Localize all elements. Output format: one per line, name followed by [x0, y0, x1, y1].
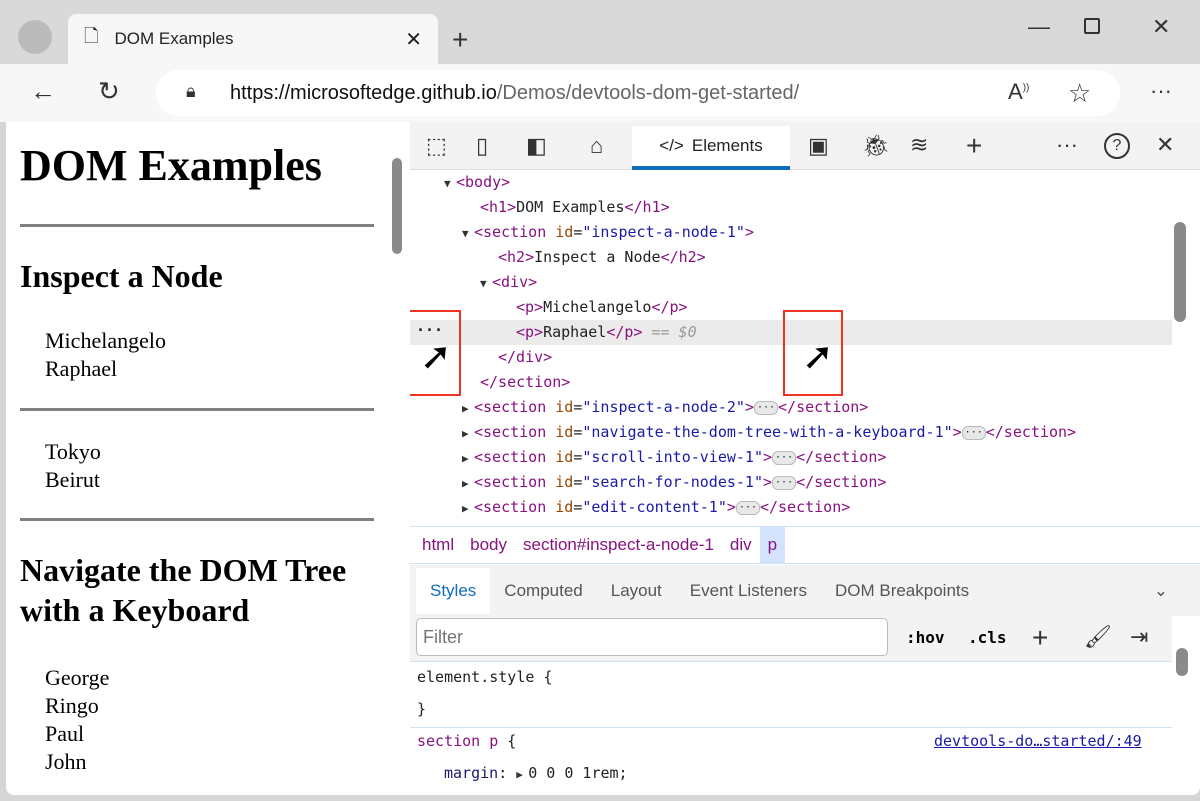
paint-brush-icon[interactable]: 🖌︎ — [1084, 626, 1112, 648]
url-path: /Demos/devtools-dom-get-started/ — [496, 81, 800, 104]
section-heading: Navigate the DOM Tree with a Keyboard — [20, 552, 347, 628]
dom-node-div[interactable]: ▼ <div> — [480, 270, 537, 295]
chevron-down-icon[interactable]: ⌄ — [1140, 568, 1182, 614]
list-item: John — [45, 749, 87, 774]
cls-button[interactable]: .cls — [968, 628, 1007, 647]
page-icon: 🗋 — [84, 26, 99, 46]
customize-more-icon[interactable]: ··· — [1056, 134, 1078, 156]
list-item: Tokyo — [45, 439, 101, 464]
styles-scrollbar[interactable] — [1176, 648, 1188, 676]
breadcrumb-p[interactable]: p — [759, 527, 786, 563]
dom-node-body[interactable]: ▼ <body> — [444, 170, 510, 195]
dom-node-section[interactable]: ▶ <section id="search-for-nodes-1"> ··· </s… — [462, 470, 886, 495]
browser-tab[interactable]: 🗋 DOM Examples ✕ — [68, 14, 438, 64]
rule-source-link[interactable]: devtools-do…started/:49 — [934, 729, 1142, 754]
rule-property[interactable]: margin: ▶ 0 0 0 1rem; — [444, 761, 628, 786]
new-style-rule-icon[interactable]: + — [1032, 624, 1048, 652]
dom-node-div-close[interactable]: </div> — [498, 345, 552, 370]
minimize-icon[interactable]: — — [1028, 16, 1050, 38]
close-devtools-icon[interactable]: ✕ — [1156, 134, 1174, 156]
back-icon[interactable]: ← — [30, 78, 56, 104]
sources-bug-icon[interactable]: 🐞︎ — [862, 135, 890, 157]
welcome-home-icon[interactable]: ⌂ — [590, 135, 603, 157]
list-item: Raphael — [45, 356, 118, 381]
tab-layout[interactable]: Layout — [597, 568, 676, 614]
dom-node-h1[interactable]: <h1>DOM Examples</h1> — [480, 195, 670, 220]
dom-node-section[interactable]: ▼ <section id="inspect-a-node-1"> — [462, 220, 754, 245]
dom-node-section-close[interactable]: </section> — [480, 370, 570, 395]
more-tools-plus-icon[interactable]: + — [966, 132, 982, 160]
address-bar[interactable]: 🔒︎ https://microsoftedge.github.io/Demos… — [156, 70, 1120, 116]
section-heading: Inspect a Node — [20, 258, 223, 294]
dom-node-section[interactable]: ▶ <section id="navigate-the-dom-tree-with… — [462, 420, 1076, 445]
maximize-icon[interactable] — [1084, 18, 1100, 34]
network-wifi-icon[interactable]: ≋ — [910, 134, 928, 156]
styles-toolbar: :hov .cls + 🖌︎ ⇥ — [410, 616, 1172, 662]
page-title: DOM Examples — [20, 141, 322, 190]
page-scrollbar[interactable] — [384, 122, 410, 795]
dom-node-section[interactable]: ▶ <section id="scroll-into-view-1"> ··· </s… — [462, 445, 886, 470]
device-emulation-icon[interactable]: ▯ — [476, 135, 488, 157]
divider — [20, 518, 374, 521]
styles-tabs: Styles Computed Layout Event Listeners D… — [410, 565, 1200, 616]
list-item: Paul — [45, 721, 85, 746]
more-icon[interactable]: ··· — [1150, 80, 1172, 102]
favorite-star-icon[interactable]: ☆ — [1068, 80, 1091, 106]
dom-node-h2[interactable]: <h2>Inspect a Node</h2> — [498, 245, 706, 270]
mouse-cursor-icon: ➚ — [802, 336, 834, 378]
new-tab-icon[interactable]: + — [452, 26, 468, 54]
dom-node-p-selected[interactable]: <p>Raphael</p> == $0 — [516, 320, 697, 345]
devtools-toolbar: ⬚ ▯ ◧ ⌂ </> Elements ▣ 🐞︎ ≋ + ··· ? ✕ — [410, 122, 1200, 170]
element-style-rule: element.style { — [417, 668, 553, 686]
tab-label: Elements — [691, 136, 763, 155]
list-item: George — [45, 665, 110, 690]
tab-styles[interactable]: Styles — [416, 567, 491, 614]
url-domain: https://microsoftedge.github.io — [230, 81, 497, 104]
dock-icon[interactable]: ◧ — [526, 135, 547, 157]
list-item: Ringo — [45, 693, 99, 718]
read-aloud-icon[interactable]: A)) — [1008, 81, 1029, 103]
tab-elements[interactable]: </> Elements — [632, 126, 790, 170]
profile-avatar[interactable] — [18, 20, 52, 54]
breadcrumb-body[interactable]: body — [462, 527, 515, 563]
rule-close: } — [417, 700, 427, 718]
breadcrumb-html[interactable]: html — [414, 527, 462, 563]
breadcrumb: html body section#inspect-a-node-1 div p — [410, 526, 1200, 564]
rule-selector: section p { — [417, 732, 517, 750]
dom-node-section[interactable]: ▶ <section id="inspect-a-node-2"> ··· </sec… — [462, 395, 868, 420]
list-item: Beirut — [45, 467, 100, 492]
lock-icon: 🔒︎ — [186, 81, 196, 101]
mouse-cursor-icon: ➚ — [420, 336, 452, 378]
web-page: DOM Examples Inspect a Node Michelangelo… — [6, 122, 410, 795]
code-icon: </> — [659, 136, 684, 155]
breadcrumb-div[interactable]: div — [722, 527, 760, 563]
tab-dom-breakpoints[interactable]: DOM Breakpoints — [821, 568, 983, 614]
inspect-icon[interactable]: ⬚ — [426, 135, 447, 157]
styles-pane: element.style { } section p { devtools-d… — [410, 663, 1172, 795]
toggle-sidebar-icon[interactable]: ⇥ — [1130, 626, 1148, 648]
filter-input[interactable] — [416, 618, 888, 656]
close-tab-icon[interactable]: ✕ — [405, 27, 422, 52]
dom-node-section[interactable]: ▶ <section id="edit-content-1"> ··· </secti… — [462, 495, 850, 520]
tab-computed[interactable]: Computed — [490, 568, 596, 614]
tab-strip: 🗋 DOM Examples ✕ + — ✕ — [0, 0, 1200, 64]
dom-node-p[interactable]: <p>Michelangelo</p> — [516, 295, 688, 320]
list-item: Michelangelo — [45, 328, 166, 353]
console-icon[interactable]: ▣ — [808, 135, 829, 157]
close-window-icon[interactable]: ✕ — [1152, 16, 1170, 38]
tab-event-listeners[interactable]: Event Listeners — [676, 568, 821, 614]
devtools-panel: ⬚ ▯ ◧ ⌂ </> Elements ▣ 🐞︎ ≋ + ··· ? ✕ ▼ <… — [410, 122, 1200, 795]
help-icon[interactable]: ? — [1104, 133, 1130, 159]
dom-tree-scrollbar[interactable] — [1174, 222, 1186, 322]
breadcrumb-section[interactable]: section#inspect-a-node-1 — [515, 527, 722, 563]
divider — [20, 224, 374, 227]
tab-title: DOM Examples — [114, 29, 234, 48]
hov-button[interactable]: :hov — [906, 628, 945, 647]
divider — [20, 408, 374, 411]
refresh-icon[interactable]: ↻ — [98, 78, 120, 104]
